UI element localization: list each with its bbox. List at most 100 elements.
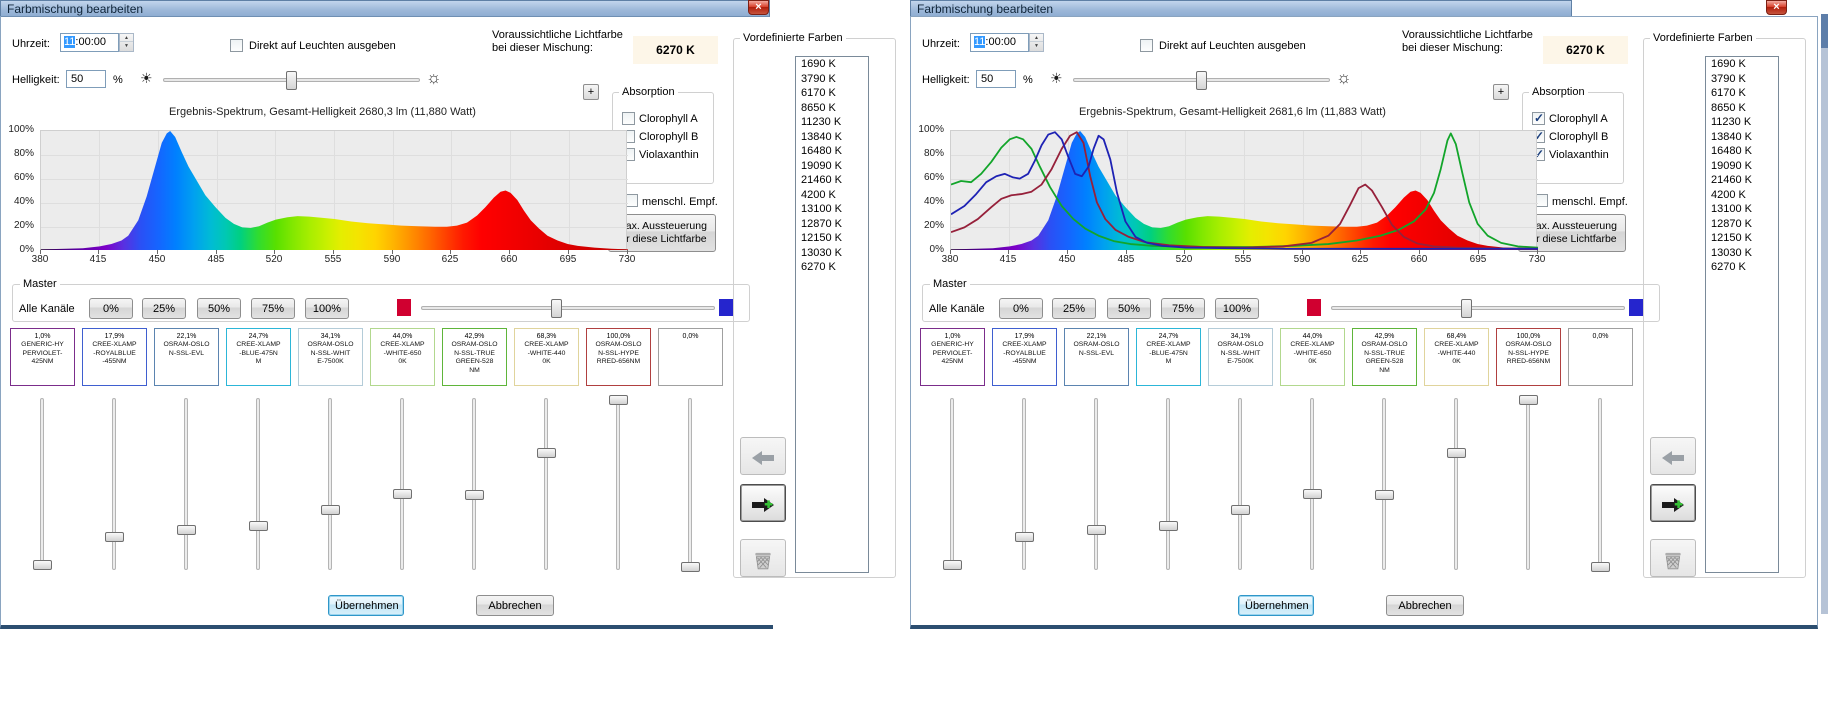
predefined-color-item[interactable]: 21460 K (796, 173, 868, 188)
uebernehmen-button[interactable]: Übernehmen (328, 595, 404, 616)
predefined-color-item[interactable]: 13030 K (796, 246, 868, 261)
channel-slider-4[interactable] (1166, 398, 1170, 570)
channel-slider-6[interactable] (400, 398, 404, 570)
time-spinner[interactable]: ▲▼ (1029, 33, 1044, 52)
channel-slider-4[interactable] (256, 398, 260, 570)
predefined-color-item[interactable]: 8650 K (796, 101, 868, 116)
predefined-color-item[interactable]: 21460 K (1706, 173, 1778, 188)
channel-slider-2[interactable] (112, 398, 116, 570)
master-25pct-button[interactable]: 25% (142, 298, 186, 319)
master-25pct-button[interactable]: 25% (1052, 298, 1096, 319)
channel-slider-10[interactable] (1598, 398, 1602, 570)
add-color-button[interactable]: + (1493, 84, 1509, 100)
channel-slider-6[interactable] (1310, 398, 1314, 570)
brightness-slider-thumb[interactable] (1196, 71, 1207, 90)
time-input[interactable]: 11:00:00 (970, 33, 1029, 52)
master-50pct-button[interactable]: 50% (197, 298, 241, 319)
time-input[interactable]: 11:00:00 (60, 33, 119, 52)
channel-slider-thumb-7[interactable] (1375, 490, 1394, 500)
predefined-color-item[interactable]: 1690 K (796, 57, 868, 72)
channel-slider-thumb-4[interactable] (1159, 521, 1178, 531)
predefined-color-item[interactable]: 12870 K (796, 217, 868, 232)
direkt-checkbox[interactable] (230, 39, 243, 52)
predefined-color-item[interactable]: 13100 K (796, 202, 868, 217)
brightness-input[interactable] (976, 70, 1016, 88)
brightness-slider[interactable] (163, 78, 420, 82)
abbrechen-button[interactable]: Abbrechen (1386, 595, 1464, 616)
channel-slider-8[interactable] (544, 398, 548, 570)
channel-slider-thumb-4[interactable] (249, 521, 268, 531)
predefined-color-item[interactable]: 11230 K (1706, 115, 1778, 130)
spinner-up-icon[interactable]: ▲ (1030, 34, 1043, 42)
predefined-color-item[interactable]: 6170 K (1706, 86, 1778, 101)
predefined-color-item[interactable]: 6270 K (1706, 260, 1778, 275)
time-spinner[interactable]: ▲▼ (119, 33, 134, 52)
channel-slider-7[interactable] (472, 398, 476, 570)
channel-slider-thumb-9[interactable] (1519, 395, 1538, 405)
channel-slider-3[interactable] (1094, 398, 1098, 570)
predefined-color-item[interactable]: 6270 K (796, 260, 868, 275)
predefined-color-item[interactable]: 1690 K (1706, 57, 1778, 72)
predefined-color-item[interactable]: 19090 K (1706, 159, 1778, 174)
predefined-color-item[interactable]: 12150 K (796, 231, 868, 246)
direkt-checkbox[interactable] (1140, 39, 1153, 52)
predefined-color-item[interactable]: 19090 K (796, 159, 868, 174)
channel-slider-9[interactable] (1526, 398, 1530, 570)
abbrechen-button[interactable]: Abbrechen (476, 595, 554, 616)
master-slider[interactable] (1331, 306, 1625, 310)
channel-slider-8[interactable] (1454, 398, 1458, 570)
master-75pct-button[interactable]: 75% (251, 298, 295, 319)
channel-slider-thumb-10[interactable] (1591, 562, 1610, 572)
channel-slider-thumb-10[interactable] (681, 562, 700, 572)
channel-slider-thumb-8[interactable] (537, 448, 556, 458)
channel-slider-1[interactable] (950, 398, 954, 570)
channel-slider-thumb-5[interactable] (1231, 505, 1250, 515)
master-75pct-button[interactable]: 75% (1161, 298, 1205, 319)
master-slider-thumb[interactable] (551, 299, 562, 318)
brightness-input[interactable] (66, 70, 106, 88)
predefined-color-item[interactable]: 3790 K (1706, 72, 1778, 87)
predefined-color-item[interactable]: 11230 K (796, 115, 868, 130)
master-slider-thumb[interactable] (1461, 299, 1472, 318)
channel-slider-thumb-5[interactable] (321, 505, 340, 515)
channel-slider-thumb-6[interactable] (393, 489, 412, 499)
master-0pct-button[interactable]: 0% (999, 298, 1043, 319)
spinner-down-icon[interactable]: ▼ (1030, 42, 1043, 50)
channel-slider-thumb-1[interactable] (33, 560, 52, 570)
channel-slider-thumb-6[interactable] (1303, 489, 1322, 499)
master-slider[interactable] (421, 306, 715, 310)
channel-slider-10[interactable] (688, 398, 692, 570)
channel-slider-thumb-2[interactable] (1015, 532, 1034, 542)
predefined-color-item[interactable]: 4200 K (796, 188, 868, 203)
brightness-slider[interactable] (1073, 78, 1330, 82)
predefined-color-item[interactable]: 13030 K (1706, 246, 1778, 261)
close-button[interactable]: × (748, 0, 769, 15)
channel-slider-3[interactable] (184, 398, 188, 570)
spinner-up-icon[interactable]: ▲ (120, 34, 133, 42)
channel-slider-9[interactable] (616, 398, 620, 570)
predefined-color-item[interactable]: 13100 K (1706, 202, 1778, 217)
channel-slider-thumb-8[interactable] (1447, 448, 1466, 458)
predefined-color-item[interactable]: 4200 K (1706, 188, 1778, 203)
add-color-button[interactable]: + (583, 84, 599, 100)
channel-slider-2[interactable] (1022, 398, 1026, 570)
brightness-slider-thumb[interactable] (286, 71, 297, 90)
predefined-color-item[interactable]: 12870 K (1706, 217, 1778, 232)
channel-slider-thumb-9[interactable] (609, 395, 628, 405)
predefined-color-item[interactable]: 12150 K (1706, 231, 1778, 246)
predefined-color-item[interactable]: 16480 K (796, 144, 868, 159)
master-100pct-button[interactable]: 100% (305, 298, 349, 319)
channel-slider-thumb-2[interactable] (105, 532, 124, 542)
channel-slider-5[interactable] (328, 398, 332, 570)
predefined-color-item[interactable]: 16480 K (1706, 144, 1778, 159)
master-0pct-button[interactable]: 0% (89, 298, 133, 319)
master-50pct-button[interactable]: 50% (1107, 298, 1151, 319)
channel-slider-thumb-7[interactable] (465, 490, 484, 500)
uebernehmen-button[interactable]: Übernehmen (1238, 595, 1314, 616)
predefined-color-item[interactable]: 3790 K (796, 72, 868, 87)
predefined-color-item[interactable]: 6170 K (796, 86, 868, 101)
channel-slider-1[interactable] (40, 398, 44, 570)
predefined-color-item[interactable]: 8650 K (1706, 101, 1778, 116)
predefined-colors-list[interactable]: 1690 K3790 K6170 K8650 K11230 K13840 K16… (795, 56, 869, 573)
channel-slider-thumb-3[interactable] (177, 525, 196, 535)
